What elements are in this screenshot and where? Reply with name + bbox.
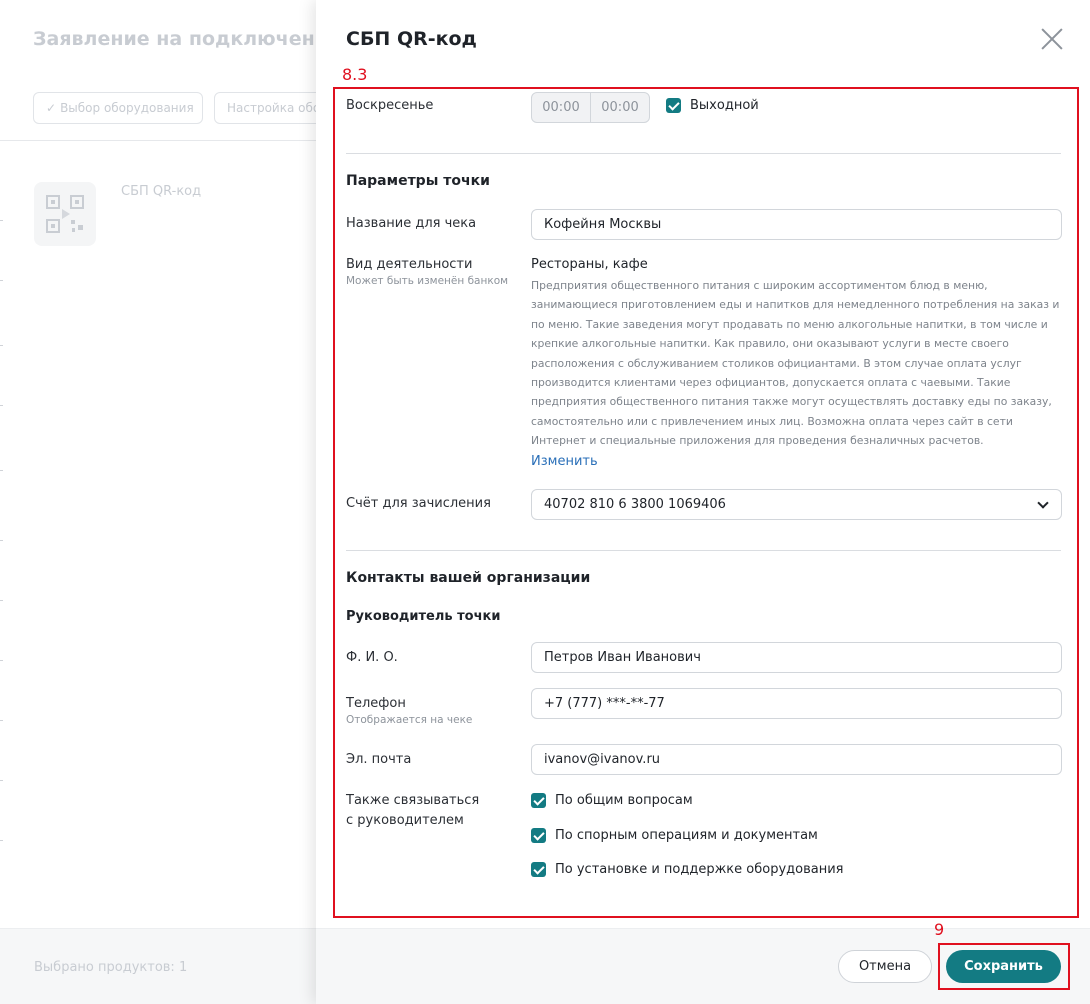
checkbox-checked-icon (531, 862, 546, 877)
contact-general-checkbox[interactable]: По общим вопросам (531, 793, 693, 808)
scroll-tick (0, 405, 3, 406)
time-from-input[interactable]: 00:00 (532, 93, 590, 122)
activity-label: Вид деятельности (346, 257, 473, 272)
checkbox-checked-icon (666, 98, 681, 113)
time-to-input[interactable]: 00:00 (590, 93, 649, 122)
scroll-tick (0, 280, 3, 281)
account-select[interactable]: 40702 810 6 3800 1069406 (531, 489, 1062, 520)
email-label: Эл. почта (346, 752, 412, 767)
close-icon[interactable] (1039, 26, 1065, 52)
divider (0, 140, 316, 141)
checkbox-label: По установке и поддержке оборудования (555, 862, 844, 877)
scroll-tick (0, 540, 3, 541)
phone-hint: Отображается на чеке (346, 714, 473, 726)
phone-label: Телефон (346, 696, 406, 711)
check-icon: ✓ (46, 101, 57, 115)
side-panel: СБП QR-код 8.3 Воскресенье 00:00 00:00 В… (316, 0, 1090, 1004)
checkbox-checked-icon (531, 793, 546, 808)
scroll-tick (0, 600, 3, 601)
background-product-name: СБП QR-код (121, 184, 202, 199)
scroll-tick (0, 470, 3, 471)
scroll-tick (0, 660, 3, 661)
cancel-button[interactable]: Отмена (838, 950, 932, 983)
save-button[interactable]: Сохранить (946, 950, 1061, 983)
change-activity-link[interactable]: Изменить (531, 454, 598, 469)
checkbox-label: По общим вопросам (555, 793, 693, 808)
annotation-label-save: 9 (934, 920, 945, 939)
receipt-name-input[interactable]: Кофейня Москвы (531, 209, 1062, 240)
also-contact-label-line-1: Также связываться (346, 793, 480, 808)
fio-label: Ф. И. О. (346, 650, 398, 665)
email-input[interactable]: ivanov@ivanov.ru (531, 744, 1062, 775)
point-params-title: Параметры точки (346, 173, 490, 189)
sunday-time-range: 00:00 00:00 (531, 92, 650, 123)
sunday-label: Воскресенье (346, 98, 434, 113)
divider (346, 550, 1061, 551)
scroll-tick (0, 345, 3, 346)
checkbox-label: По спорным операциям и документам (555, 828, 818, 843)
fio-input[interactable]: Петров Иван Иванович (531, 642, 1062, 673)
scroll-tick (0, 840, 3, 841)
receipt-name-label: Название для чека (346, 216, 477, 231)
checkbox-checked-icon (531, 828, 546, 843)
background-page-title: Заявление на подключение п (33, 28, 361, 50)
panel-title: СБП QR-код (346, 28, 477, 50)
account-label: Счёт для зачисления (346, 496, 491, 511)
qr-code-icon (34, 182, 96, 246)
step-equipment-selection[interactable]: ✓ Выбор оборудования (33, 92, 203, 124)
selected-products-count: Выбрано продуктов: 1 (34, 960, 188, 975)
contacts-title: Контакты вашей организации (346, 570, 591, 586)
phone-input[interactable]: +7 (777) ***-**-77 (531, 688, 1062, 719)
step-label: Выбор оборудования (60, 101, 194, 115)
scroll-tick (0, 780, 3, 781)
divider (346, 153, 1061, 154)
chevron-down-icon (1037, 497, 1049, 509)
also-contact-label-line-2: с руководителем (346, 813, 464, 828)
account-value: 40702 810 6 3800 1069406 (544, 497, 726, 512)
contact-disputes-checkbox[interactable]: По спорным операциям и документам (531, 828, 818, 843)
activity-description: Предприятия общественного питания с широ… (531, 279, 1060, 448)
annotation-label-section: 8.3 (342, 65, 368, 84)
scroll-tick (0, 220, 3, 221)
day-off-checkbox[interactable]: Выходной (666, 98, 759, 113)
manager-subheading: Руководитель точки (346, 609, 501, 624)
day-off-label: Выходной (690, 98, 759, 113)
activity-value: Рестораны, кафе (531, 257, 648, 272)
activity-hint: Может быть изменён банком (346, 275, 509, 287)
scroll-tick (0, 720, 3, 721)
contact-equipment-checkbox[interactable]: По установке и поддержке оборудования (531, 862, 844, 877)
